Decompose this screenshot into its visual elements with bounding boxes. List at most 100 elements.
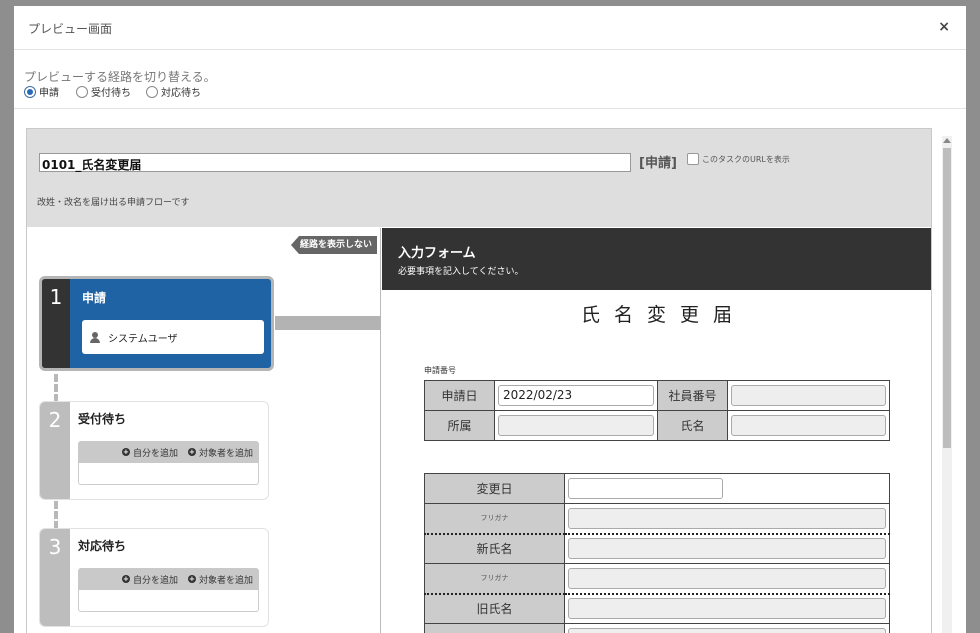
new-name-label: 新氏名	[424, 533, 565, 564]
next-row-cell	[564, 623, 890, 633]
route-radio-group: 申請 受付待ち 対応待ち	[24, 84, 324, 100]
form-header-title: 入力フォーム	[398, 246, 476, 261]
add-self-button[interactable]: + 自分を追加	[121, 573, 178, 586]
vertical-scrollbar[interactable]	[942, 136, 952, 633]
show-url-checkbox[interactable]: このタスクのURLを表示	[687, 153, 790, 165]
next-row-label	[424, 623, 565, 633]
change-date-label: 変更日	[424, 473, 565, 504]
new-furigana-input[interactable]	[568, 507, 886, 529]
application-number-label: 申請番号	[424, 366, 456, 375]
old-furigana-input[interactable]	[568, 567, 886, 589]
new-name-cell	[564, 533, 890, 564]
step-number-column: 2	[40, 402, 70, 499]
step-name: 申請	[82, 291, 107, 305]
employee-no-label: 社員番号	[657, 380, 728, 411]
dialog-title: プレビュー画面	[28, 22, 113, 36]
show-url-label: このタスクのURLを表示	[702, 154, 790, 164]
old-name-label: 旧氏名	[424, 593, 565, 624]
task-header: 0101_氏名変更届 [申請] このタスクのURLを表示 改姓・改名を届け出る申…	[27, 129, 931, 227]
application-date-cell: 2022/02/23	[494, 380, 658, 411]
change-date-cell	[564, 473, 890, 504]
step-number: 2	[48, 408, 62, 432]
step-name: 受付待ち	[78, 412, 127, 426]
flow-step-3[interactable]: 3 対応待ち + 自分を追加 + 対象者を追加	[39, 528, 269, 627]
assign-toolbar: + 自分を追加 + 対象者を追加	[78, 441, 259, 463]
divider	[14, 108, 966, 109]
document-title: 氏名変更届	[580, 304, 746, 326]
step-name: 対応待ち	[78, 539, 127, 553]
add-self-label: 自分を追加	[132, 448, 178, 459]
task-description: 改姓・改名を届け出る申請フローです	[37, 198, 190, 208]
add-self-label: 自分を追加	[132, 575, 178, 586]
step-link	[54, 501, 58, 529]
assignee-list	[78, 463, 259, 485]
new-furigana-cell	[564, 503, 890, 535]
add-target-button[interactable]: + 対象者を追加	[187, 573, 253, 586]
plus-circle-icon: +	[121, 575, 130, 583]
name-input[interactable]	[731, 415, 886, 436]
old-name-cell	[564, 593, 890, 624]
step-connector	[275, 316, 381, 330]
plus-circle-icon: +	[187, 448, 196, 456]
route-radio-label: 申請	[39, 88, 59, 99]
task-title-field[interactable]: 0101_氏名変更届	[39, 153, 631, 172]
task-type-label: [申請]	[639, 156, 677, 171]
preview-panel: 0101_氏名変更届 [申請] このタスクのURLを表示 改姓・改名を届け出る申…	[26, 128, 932, 633]
route-radio-apply[interactable]: 申請	[24, 84, 59, 99]
step-number-column: 1	[42, 279, 70, 368]
old-furigana-label: フリガナ	[424, 563, 565, 595]
form-header: 入力フォーム 必要事項を記入してください。	[382, 228, 931, 290]
checkbox-icon[interactable]	[687, 153, 699, 165]
form-header-subtitle: 必要事項を記入してください。	[398, 267, 524, 277]
old-furigana-cell	[564, 563, 890, 595]
route-prompt: プレビューする経路を切り替える。	[24, 70, 216, 84]
flow-step-1[interactable]: 1 申請 システムユーザ	[39, 276, 274, 371]
name-label: 氏名	[657, 410, 728, 441]
step-number: 1	[49, 285, 63, 309]
route-radio-reception[interactable]: 受付待ち	[76, 84, 131, 99]
input-form: 入力フォーム 必要事項を記入してください。 氏名変更届 申請番号 申請日 202…	[382, 228, 931, 633]
preview-dialog: プレビュー画面 × プレビューする経路を切り替える。 申請 受付待ち 対応待ち …	[14, 6, 966, 633]
route-radio-label: 受付待ち	[91, 88, 131, 99]
plus-circle-icon: +	[187, 575, 196, 583]
old-name-input[interactable]	[568, 598, 886, 620]
add-target-label: 対象者を追加	[198, 575, 253, 586]
next-row-input[interactable]	[568, 628, 886, 633]
close-icon[interactable]: ×	[938, 19, 950, 35]
applicant-table: 申請日 2022/02/23 社員番号 所属 氏名	[424, 380, 890, 441]
scroll-up-icon[interactable]	[943, 138, 951, 143]
assignee-list	[78, 590, 259, 612]
radio-selected-icon[interactable]	[24, 85, 36, 98]
radio-icon[interactable]	[146, 85, 158, 98]
name-cell	[727, 410, 890, 441]
add-target-button[interactable]: + 対象者を追加	[187, 446, 253, 459]
plus-circle-icon: +	[121, 448, 130, 456]
scroll-thumb[interactable]	[943, 148, 951, 448]
department-label: 所属	[424, 410, 495, 441]
application-date-label: 申請日	[424, 380, 495, 411]
add-self-button[interactable]: + 自分を追加	[121, 446, 178, 459]
name-change-table: 変更日 フリガナ 新氏名 フリガナ 旧氏名	[424, 473, 890, 633]
new-name-input[interactable]	[568, 538, 886, 560]
flow-step-2[interactable]: 2 受付待ち + 自分を追加 + 対象者を追加	[39, 401, 269, 500]
assignee-card: システムユーザ	[82, 320, 264, 354]
dialog-header: プレビュー画面 ×	[14, 6, 966, 50]
flow-diagram: 経路を表示しない 1 申請 システムユーザ 2 受付待ち + 自分を追加 + 対…	[27, 228, 381, 633]
route-selector: プレビューする経路を切り替える。 申請 受付待ち 対応待ち	[24, 68, 216, 99]
new-furigana-label: フリガナ	[424, 503, 565, 535]
employee-no-cell	[727, 380, 890, 411]
route-radio-label: 対応待ち	[161, 88, 201, 99]
application-date-input[interactable]: 2022/02/23	[498, 385, 654, 406]
radio-icon[interactable]	[76, 85, 88, 98]
assign-toolbar: + 自分を追加 + 対象者を追加	[78, 568, 259, 590]
hide-route-button[interactable]: 経路を表示しない	[291, 236, 378, 254]
change-date-input[interactable]	[568, 478, 723, 499]
department-cell	[494, 410, 658, 441]
add-target-label: 対象者を追加	[198, 448, 253, 459]
route-radio-response[interactable]: 対応待ち	[146, 84, 201, 99]
assignee-name: システムユーザ	[108, 333, 178, 345]
employee-no-input[interactable]	[731, 385, 886, 406]
step-number-column: 3	[40, 529, 70, 626]
department-input[interactable]	[498, 415, 654, 436]
user-icon	[90, 331, 100, 343]
